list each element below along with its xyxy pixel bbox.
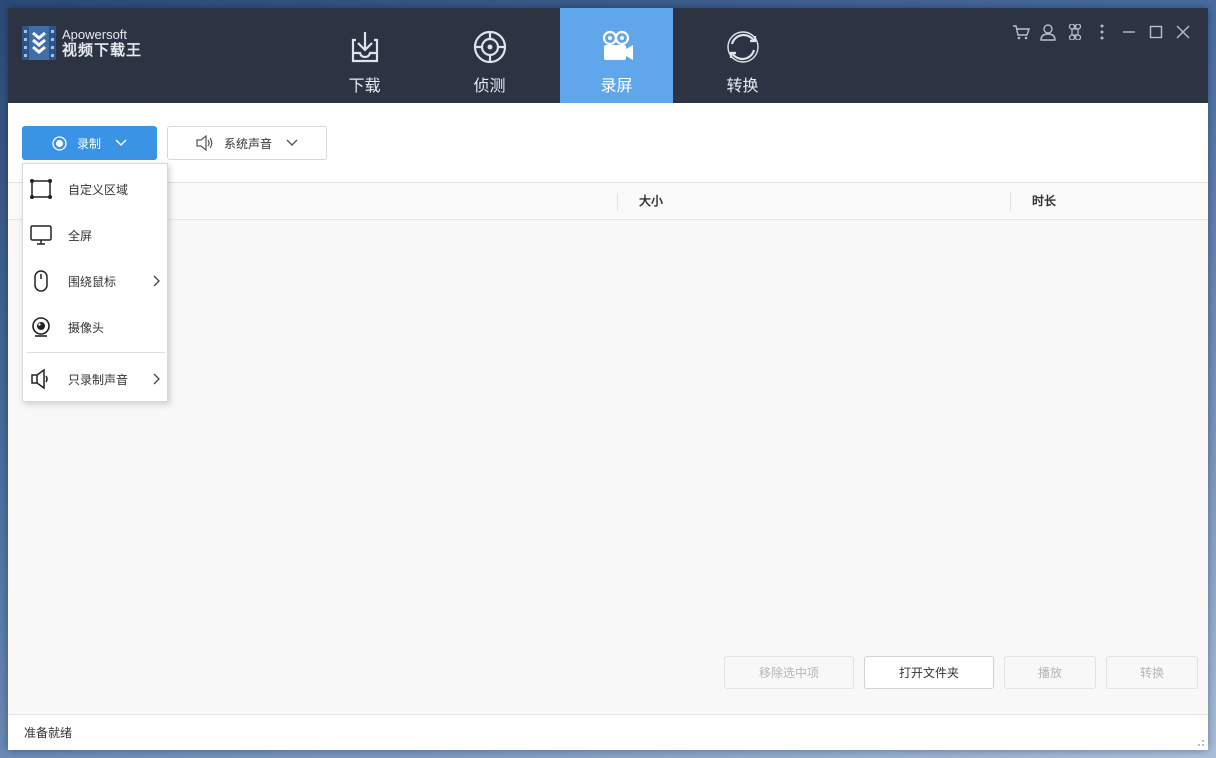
camera-icon bbox=[602, 30, 633, 60]
tab-record[interactable]: 录屏 bbox=[560, 8, 673, 103]
chevron-down-icon bbox=[115, 139, 127, 146]
audio-source-label: 系统声音 bbox=[223, 136, 272, 151]
column-separator bbox=[1010, 193, 1011, 211]
status-bar: 准备就绪 bbox=[8, 714, 1208, 750]
maximize-button[interactable] bbox=[1142, 22, 1169, 42]
user-icon bbox=[1039, 23, 1056, 41]
tab-label: 侦测 bbox=[473, 78, 506, 95]
tab-label: 转换 bbox=[726, 78, 759, 95]
brand-name: Apowersoft bbox=[62, 26, 128, 42]
command-button[interactable] bbox=[1061, 22, 1088, 42]
remove-selected-button[interactable]: 移除选中项 bbox=[724, 656, 854, 689]
convert-icon bbox=[726, 31, 759, 63]
tab-convert[interactable]: 转换 bbox=[686, 8, 799, 103]
column-size[interactable]: 大小 bbox=[639, 183, 663, 220]
logo-icon bbox=[22, 26, 56, 60]
menu-item-custom-region[interactable]: 自定义区域 bbox=[23, 166, 167, 212]
menu-item-label: 只录制声音 bbox=[68, 372, 129, 387]
menu-item-webcam[interactable]: 摄像头 bbox=[23, 304, 167, 350]
file-list-area[interactable] bbox=[8, 220, 1208, 650]
speaker-icon bbox=[31, 368, 48, 390]
custom-region-icon bbox=[30, 179, 52, 199]
detect-icon bbox=[473, 30, 506, 64]
toolbar: 录制 系统声音 bbox=[8, 103, 1208, 183]
audio-source-dropdown[interactable]: 系统声音 bbox=[167, 126, 327, 160]
status-text: 准备就绪 bbox=[24, 726, 73, 740]
menu-item-around-mouse[interactable]: 围绕鼠标 bbox=[23, 258, 167, 304]
convert-button[interactable]: 转换 bbox=[1106, 656, 1198, 689]
app-logo: Apowersoft 视频下载王 bbox=[22, 26, 142, 60]
tab-detect[interactable]: 侦测 bbox=[433, 8, 546, 103]
tab-label: 录屏 bbox=[600, 78, 633, 95]
minimize-button[interactable] bbox=[1115, 22, 1142, 42]
play-button[interactable]: 播放 bbox=[1004, 656, 1096, 689]
minimize-icon bbox=[1122, 31, 1135, 33]
maximize-icon bbox=[1149, 25, 1162, 39]
column-duration[interactable]: 时长 bbox=[1032, 183, 1056, 220]
record-mode-menu: 自定义区域 全屏 围绕鼠标 摄像头 只录制声音 bbox=[22, 163, 168, 402]
record-button-label: 录制 bbox=[76, 136, 101, 151]
user-button[interactable] bbox=[1034, 22, 1061, 42]
speaker-icon bbox=[196, 135, 213, 151]
app-window: Apowersoft 视频下载王 下载 侦测 录屏 转换 录制 系统声音 大小 … bbox=[8, 8, 1208, 750]
close-icon bbox=[1176, 25, 1189, 39]
command-icon bbox=[1068, 24, 1081, 40]
cart-icon bbox=[1012, 25, 1030, 40]
menu-item-label: 自定义区域 bbox=[68, 182, 129, 197]
mouse-icon bbox=[34, 270, 48, 292]
more-button[interactable] bbox=[1088, 22, 1115, 42]
column-separator bbox=[617, 193, 618, 211]
menu-divider bbox=[27, 352, 165, 353]
close-button[interactable] bbox=[1169, 22, 1196, 42]
logo-text: Apowersoft 视频下载王 bbox=[62, 27, 142, 60]
tab-download[interactable]: 下载 bbox=[308, 8, 421, 103]
chevron-right-icon bbox=[153, 373, 160, 385]
more-icon bbox=[1100, 24, 1103, 40]
open-folder-button[interactable]: 打开文件夹 bbox=[864, 656, 994, 689]
webcam-icon bbox=[32, 317, 50, 337]
menu-item-label: 围绕鼠标 bbox=[68, 274, 117, 289]
record-icon bbox=[52, 135, 67, 151]
menu-item-audio-only[interactable]: 只录制声音 bbox=[23, 356, 167, 402]
resize-grip-icon[interactable] bbox=[1195, 737, 1205, 747]
menu-item-label: 全屏 bbox=[68, 228, 93, 243]
menu-item-label: 摄像头 bbox=[68, 320, 105, 335]
header-bar: Apowersoft 视频下载王 下载 侦测 录屏 转换 bbox=[8, 8, 1208, 103]
download-icon bbox=[351, 32, 378, 63]
window-controls bbox=[1007, 22, 1196, 42]
record-button[interactable]: 录制 bbox=[22, 126, 157, 160]
file-list-header: 大小 时长 bbox=[8, 183, 1208, 220]
chevron-right-icon bbox=[153, 275, 160, 287]
monitor-icon bbox=[30, 225, 52, 245]
menu-item-fullscreen[interactable]: 全屏 bbox=[23, 212, 167, 258]
tab-label: 下载 bbox=[348, 78, 381, 95]
chevron-down-icon bbox=[286, 139, 298, 146]
cart-button[interactable] bbox=[1007, 22, 1034, 42]
app-name: 视频下载王 bbox=[62, 41, 143, 59]
